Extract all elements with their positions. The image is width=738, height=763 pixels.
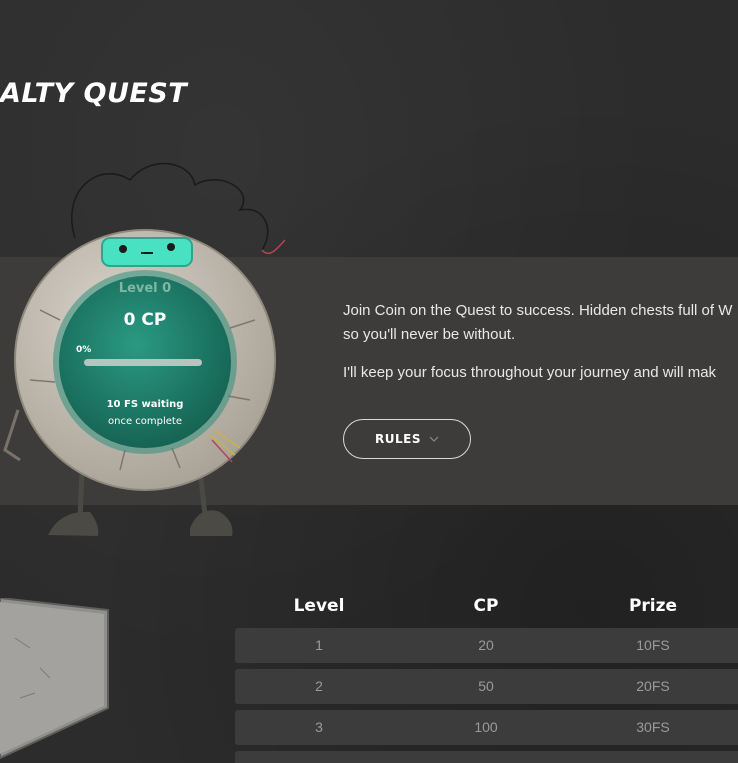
table-row: 3 100 30FS — [235, 710, 738, 745]
intro-paragraph-1-cont: so you'll never be without. — [343, 326, 516, 343]
intro-text: Join Coin on the Quest to success. Hidde… — [343, 299, 738, 399]
coin-mascot: Level 0 0 CP 0% 10 FS waiting once compl… — [0, 150, 300, 550]
intro-paragraph-2: I'll keep your focus throughout your jou… — [343, 364, 717, 381]
cell-cp: 20 — [478, 637, 494, 653]
points-label: 0 CP — [123, 310, 167, 330]
cell-level: 2 — [315, 678, 323, 694]
column-header-prize: Prize — [628, 596, 678, 616]
page-title: ALTY QUEST — [0, 78, 188, 109]
treasure-chest-image — [0, 598, 109, 760]
cell-level: 1 — [315, 637, 323, 653]
chevron-down-icon — [429, 436, 439, 442]
cell-prize: 20FS — [636, 678, 670, 694]
column-header-cp: CP — [473, 596, 499, 616]
cell-prize: 10FS — [636, 637, 670, 653]
cell-cp: 50 — [478, 678, 494, 694]
reward-waiting: 10 FS waiting — [106, 399, 184, 410]
table-row: 2 50 20FS — [235, 669, 738, 704]
reward-condition: once complete — [108, 416, 182, 427]
cell-prize: 30FS — [636, 719, 670, 735]
progress-bar — [84, 359, 202, 366]
level-label: Level 0 — [118, 281, 172, 296]
column-header-level: Level — [293, 596, 345, 616]
coin-mascot-illustration — [3, 163, 286, 536]
levels-table-header: Level CP Prize — [235, 596, 738, 620]
rules-button[interactable]: RULES — [343, 419, 471, 459]
progress-percent: 0% — [76, 345, 92, 355]
page: ALTY QUEST Level 0 0 CP 0% 10 FS waiting… — [0, 0, 738, 763]
levels-table: 1 20 10FS 2 50 20FS 3 100 30FS — [235, 628, 738, 763]
rules-button-label: RULES — [375, 432, 421, 446]
intro-paragraph-1: Join Coin on the Quest to success. Hidde… — [343, 302, 733, 319]
cell-cp: 100 — [474, 719, 498, 735]
cell-level: 3 — [315, 719, 323, 735]
table-row: 1 20 10FS — [235, 628, 738, 663]
table-row — [235, 751, 738, 763]
